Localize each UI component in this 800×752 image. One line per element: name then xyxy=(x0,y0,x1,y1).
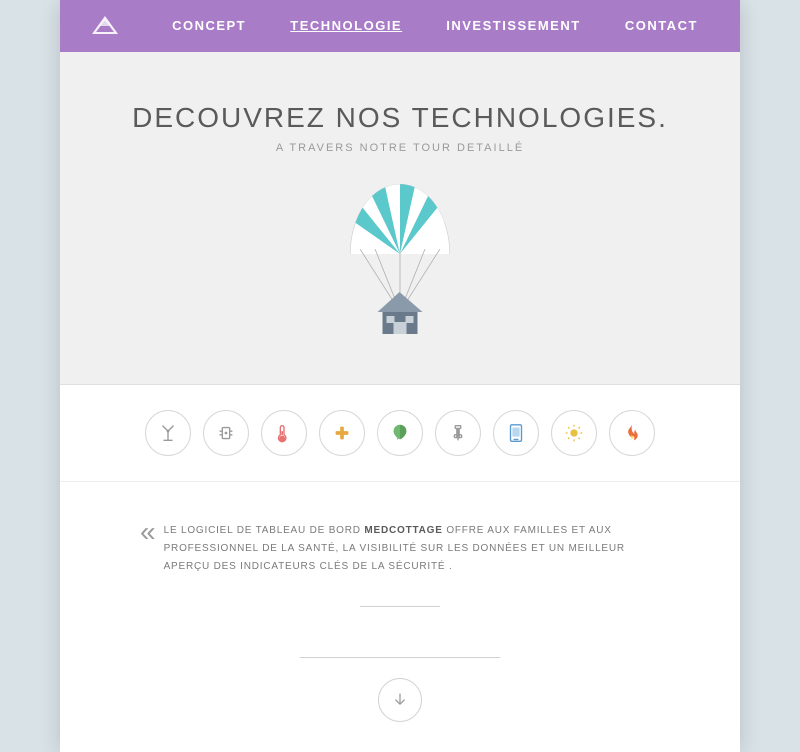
bottom-line xyxy=(300,657,500,658)
bottom-scroll-button[interactable] xyxy=(378,678,422,722)
navbar: CONCEPT TECHNOLOGIE INVESTISSEMENT CONTA… xyxy=(60,0,740,52)
nav-item-concept[interactable]: CONCEPT xyxy=(172,17,246,35)
parachute-dome xyxy=(350,184,450,254)
thermometer-icon-circle[interactable] xyxy=(261,410,307,456)
nav-item-investissement[interactable]: INVESTISSEMENT xyxy=(446,17,580,35)
logo-icon xyxy=(90,14,120,38)
medical-icon-circle[interactable] xyxy=(319,410,365,456)
quote-brand: MEDCOTTAGE xyxy=(364,525,442,536)
quote-divider xyxy=(360,606,440,607)
nav-link-investissement[interactable]: INVESTISSEMENT xyxy=(446,18,580,33)
quote-text: LE LOGICIEL DE TABLEAU DE BORD MEDCOTTAG… xyxy=(164,522,660,576)
leaf-icon-circle[interactable] xyxy=(377,410,423,456)
fire-icon-circle[interactable] xyxy=(609,410,655,456)
quote-mark: « xyxy=(140,518,156,546)
parachute-container xyxy=(340,184,460,344)
hero-section: DECOUVREZ NOS TECHNOLOGIES. A TRAVERS NO… xyxy=(60,52,740,385)
chevron-down-icon xyxy=(390,690,410,710)
nav-link-concept[interactable]: CONCEPT xyxy=(172,18,246,33)
house-icon xyxy=(373,284,428,344)
icons-row xyxy=(60,385,740,482)
nav-links: CONCEPT TECHNOLOGIE INVESTISSEMENT CONTA… xyxy=(150,17,720,35)
quote-section: « LE LOGICIEL DE TABLEAU DE BORD MEDCOTT… xyxy=(60,482,740,657)
quote-text-part1: LE LOGICIEL DE TABLEAU DE BORD xyxy=(164,525,365,536)
hero-title: DECOUVREZ NOS TECHNOLOGIES. xyxy=(80,102,720,134)
quote-container: « LE LOGICIEL DE TABLEAU DE BORD MEDCOTT… xyxy=(140,522,660,576)
nav-item-technologie[interactable]: TECHNOLOGIE xyxy=(290,17,402,35)
bottom-section xyxy=(60,657,740,752)
usb-icon-circle[interactable] xyxy=(435,410,481,456)
parachute-illustration xyxy=(80,184,720,344)
antenna-icon-circle[interactable] xyxy=(145,410,191,456)
nav-item-contact[interactable]: CONTACT xyxy=(625,17,698,35)
nav-logo[interactable] xyxy=(80,14,130,38)
nav-link-technologie[interactable]: TECHNOLOGIE xyxy=(290,18,402,33)
hero-subtitle: A TRAVERS NOTRE TOUR DETAILLÉ xyxy=(80,142,720,154)
tablet-icon-circle[interactable] xyxy=(493,410,539,456)
sensor-icon-circle[interactable] xyxy=(203,410,249,456)
nav-link-contact[interactable]: CONTACT xyxy=(625,18,698,33)
alert-icon-circle[interactable] xyxy=(551,410,597,456)
page-wrapper: CONCEPT TECHNOLOGIE INVESTISSEMENT CONTA… xyxy=(60,0,740,752)
